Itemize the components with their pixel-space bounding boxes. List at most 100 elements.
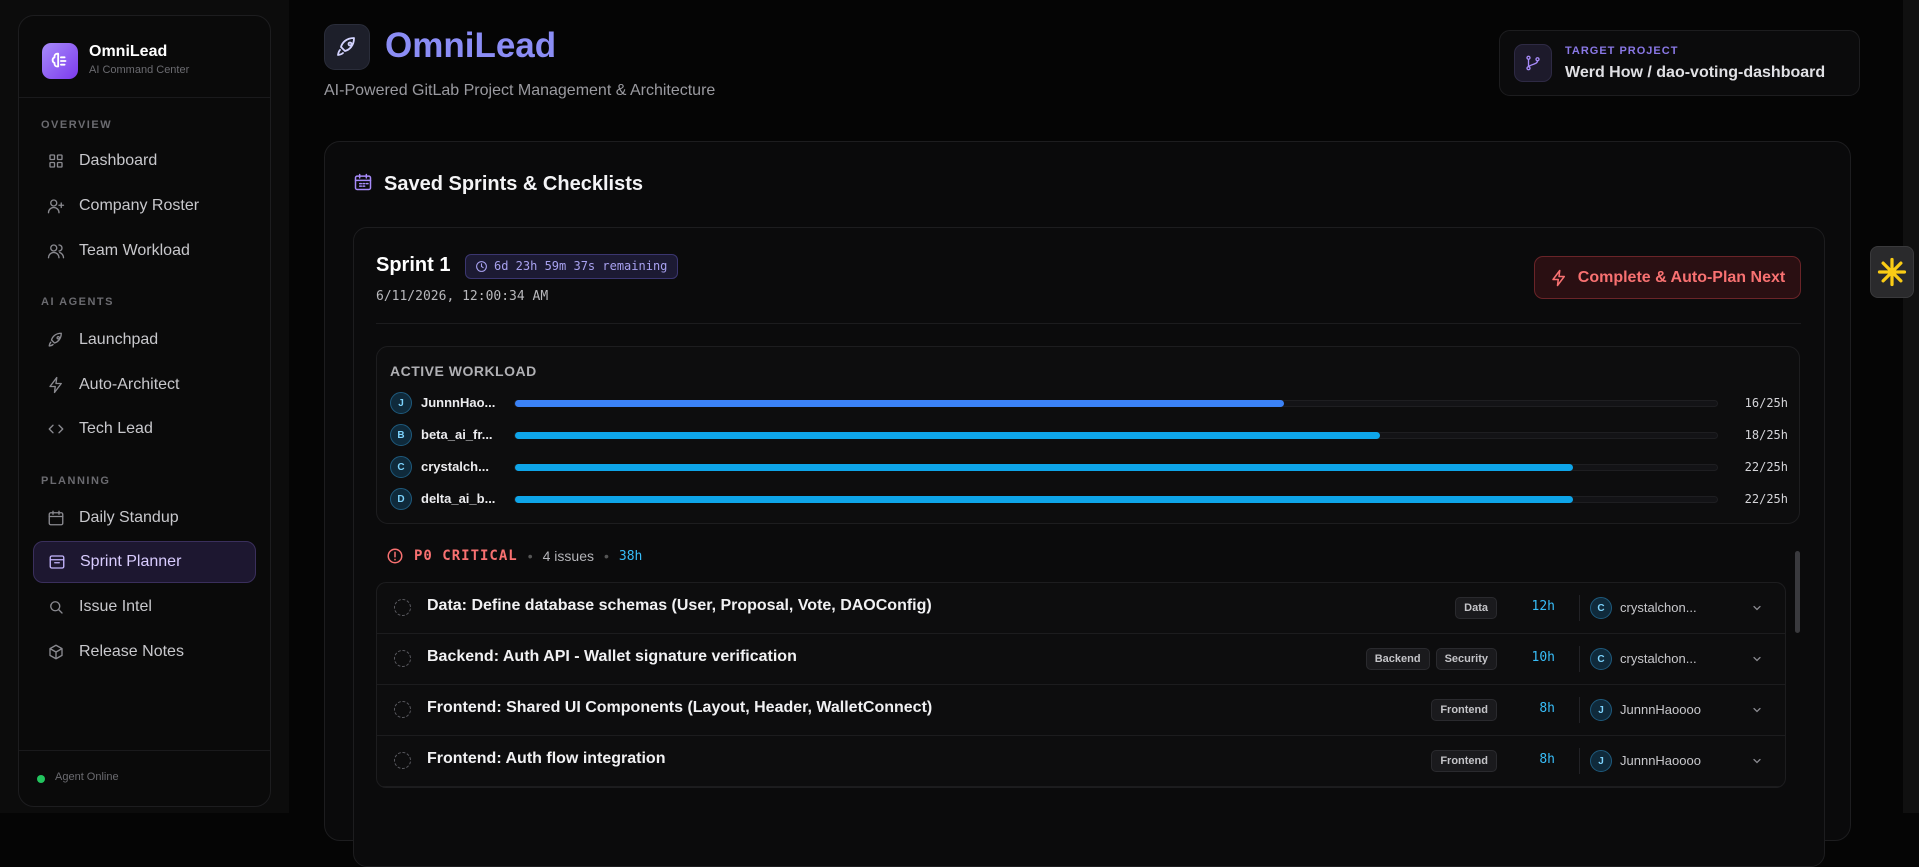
priority-label: P0 CRITICAL [414,548,518,564]
member-name: JunnnHao... [421,395,496,410]
issue-checkbox[interactable] [394,752,411,769]
issue-tag: Backend [1365,648,1430,670]
page-scrollbar-track[interactable] [1903,0,1919,813]
assistant-widget-button[interactable] [1870,246,1914,298]
agent-status: Agent Online [55,771,119,783]
avatar: D [390,488,412,510]
archive-icon [49,555,65,569]
issue-row[interactable]: Data: Define database schemas (User, Pro… [377,583,1785,634]
issue-title: Frontend: Shared UI Components (Layout, … [427,699,933,716]
avatar: C [390,456,412,478]
issue-title: Frontend: Auth flow integration [427,750,666,767]
issue-row[interactable]: Frontend: Shared UI Components (Layout, … [377,685,1785,736]
status-dot-icon [37,775,45,783]
separator: • [603,548,609,564]
time-remaining-badge: 6d 23h 59m 37s remaining [465,254,679,279]
sidebar-item-label: Release Notes [79,643,184,660]
sprint-card: Sprint 1 6d 23h 59m 37s remaining 6/11/2… [353,227,1825,867]
brand-name: OmniLead [89,43,168,60]
workload-title: ACTIVE WORKLOAD [390,363,537,379]
divider [1579,646,1580,672]
chevron-down-icon[interactable] [1751,755,1763,767]
issue-tag: Frontend [1431,699,1497,721]
sidebar-item-label: Launchpad [79,331,159,348]
separator: • [527,548,533,564]
page-subtitle: AI-Powered GitLab Project Management & A… [324,82,716,99]
sidebar-item-label: Company Roster [79,197,200,214]
issue-title: Backend: Auth API - Wallet signature ver… [427,648,797,665]
complete-button-label: Complete & Auto-Plan Next [1577,268,1786,286]
chevron-down-icon[interactable] [1751,653,1763,665]
avatar: J [1590,750,1612,772]
issue-tags: Data [1455,597,1497,619]
bolt-icon [1552,269,1565,286]
sidebar-item-launchpad[interactable]: Launchpad [33,319,256,361]
target-project-value: Werd How / dao-voting-dashboard [1565,64,1826,81]
issue-row[interactable]: Backend: Auth API - Wallet signature ver… [377,634,1785,685]
avatar: J [1590,699,1612,721]
sprint-date: 6/11/2026, 12:00:34 AM [376,289,549,304]
sidebar-footer: Agent Online [19,750,270,806]
sidebar-item-release-notes[interactable]: Release Notes [33,631,256,673]
member-hours: 22/25h [1744,460,1788,474]
sidebar-item-daily-standup[interactable]: Daily Standup [33,497,256,539]
issue-checkbox[interactable] [394,701,411,718]
chevron-down-icon[interactable] [1751,602,1763,614]
sidebar-item-auto-architect[interactable]: Auto-Architect [33,364,256,406]
sidebar-item-label: Daily Standup [79,509,179,526]
issue-estimate: 8h [1539,752,1555,767]
sidebar-item-team-workload[interactable]: Team Workload [33,230,256,272]
issue-tags: Frontend [1431,750,1497,772]
sidebar-item-issue-intel[interactable]: Issue Intel [33,586,256,628]
member-hours: 18/25h [1744,428,1788,442]
divider [376,323,1801,324]
user-plus-icon [47,199,65,214]
section-label-planning: PLANNING [41,475,111,487]
sprint-name: Sprint 1 [376,254,451,276]
sidebar-item-label: Team Workload [79,242,190,259]
issue-row[interactable]: Frontend: Auth flow integration Frontend… [377,736,1785,787]
section-label-ai-agents: AI AGENTS [41,296,114,308]
divider [1579,595,1580,621]
issue-assignee: crystalchon... [1620,651,1697,666]
member-name: delta_ai_b... [421,491,496,506]
issue-assignee: crystalchon... [1620,600,1697,615]
priority-group-header[interactable]: P0 CRITICAL • 4 issues • 38h [386,544,642,568]
member-hours: 22/25h [1744,492,1788,506]
sidebar: OmniLead AI Command Center OVERVIEW Dash… [18,15,271,807]
target-project-label: TARGET PROJECT [1565,45,1679,57]
target-project-card[interactable]: TARGET PROJECT Werd How / dao-voting-das… [1499,30,1860,96]
rocket-icon [48,332,62,347]
sidebar-item-tech-lead[interactable]: Tech Lead [33,408,256,450]
issue-title: Data: Define database schemas (User, Pro… [427,597,932,614]
calendar-icon [354,173,372,191]
package-icon [49,644,63,660]
issue-list: Data: Define database schemas (User, Pro… [376,582,1786,788]
issue-checkbox[interactable] [394,650,411,667]
avatar: C [1590,597,1612,619]
section-label-overview: OVERVIEW [41,119,113,131]
sidebar-item-company-roster[interactable]: Company Roster [33,185,256,227]
workload-bar-fill [515,496,1573,503]
sidebar-item-dashboard[interactable]: Dashboard [33,140,256,182]
issue-count: 4 issues [542,548,594,564]
issue-assignee: JunnnHaoooo [1620,702,1701,717]
avatar: C [1590,648,1612,670]
complete-auto-plan-button[interactable]: Complete & Auto-Plan Next [1534,256,1801,299]
grid-icon [49,154,63,168]
sidebar-item-sprint-planner[interactable]: Sprint Planner [33,541,256,583]
divider [1579,697,1580,723]
workload-bar [514,432,1718,439]
issue-tags: Backend Security [1365,648,1497,670]
issue-checkbox[interactable] [394,599,411,616]
workload-bar-fill [515,400,1285,407]
issue-list-scrollbar[interactable] [1795,551,1800,633]
search-icon [50,601,63,614]
issue-tag: Data [1455,597,1497,619]
chevron-down-icon[interactable] [1751,704,1763,716]
workload-bar-fill [515,432,1381,439]
sidebar-item-label: Issue Intel [79,598,152,615]
issue-estimate: 12h [1531,599,1555,614]
saved-sprints-panel: Saved Sprints & Checklists Sprint 1 6d 2… [324,141,1851,867]
issue-assignee: JunnnHaoooo [1620,753,1701,768]
